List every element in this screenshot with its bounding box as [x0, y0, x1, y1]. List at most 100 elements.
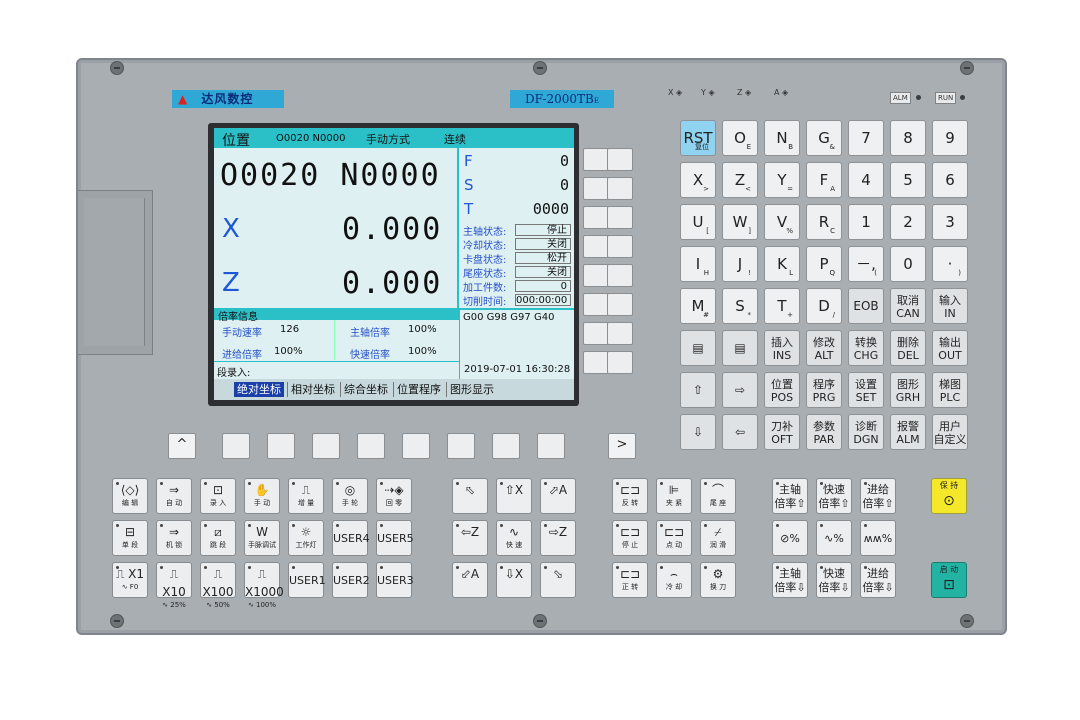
key-1-6[interactable]: 6 — [932, 162, 968, 198]
bottom-softkey[interactable] — [312, 433, 340, 459]
key-0-1[interactable]: OE — [722, 120, 758, 156]
bottom-softkey[interactable] — [267, 433, 295, 459]
right-softkey[interactable] — [583, 293, 609, 316]
right-softkey[interactable] — [583, 351, 609, 374]
mode-keys-2-2[interactable]: ⎍ X100 ∿ 50% — [200, 562, 236, 609]
ovr-keys-2-2[interactable]: 进给 倍率⇩ — [860, 562, 896, 598]
key-5-1[interactable]: ▤ — [722, 330, 758, 366]
mode-keys-2-0[interactable]: ⎍ X1 ∿ F0 — [112, 562, 148, 598]
key-0-0[interactable]: RST 复位 — [680, 120, 716, 156]
jog-keys-0-1[interactable]: ⇧X — [496, 478, 532, 514]
key-4-2[interactable]: T + — [764, 288, 800, 324]
key-7-0[interactable]: ⇩ — [680, 414, 716, 450]
key-4-5[interactable]: 取消 CAN — [890, 288, 926, 324]
bottom-softkey[interactable] — [492, 433, 520, 459]
key-4-3[interactable]: D / — [806, 288, 842, 324]
mode-keys-2-3[interactable]: ⎍ X1000 ∿ 100% — [244, 562, 284, 609]
jog-keys-2-2[interactable]: ⬂ — [540, 562, 576, 598]
key-2-5[interactable]: 2 — [890, 204, 926, 240]
right-softkey[interactable] — [607, 206, 633, 229]
key-7-4[interactable]: 诊断 DGN — [848, 414, 884, 450]
key-6-3[interactable]: 程序 PRG — [806, 372, 842, 408]
key-7-6[interactable]: 用户 自定义 — [932, 414, 968, 450]
key-4-4[interactable]: EOB — [848, 288, 884, 324]
feed-hold-button[interactable]: 保 持 ⊙ — [931, 478, 967, 514]
key-3-0[interactable]: IH — [680, 246, 716, 282]
bottom-softkey[interactable] — [357, 433, 385, 459]
mode-keys-2-1[interactable]: ⎍ X10 ∿ 25% — [156, 562, 192, 609]
aux-keys-0-1[interactable]: ⊫ 夹 紧 — [656, 478, 692, 514]
jog-keys-1-2[interactable]: ⇨Z — [540, 520, 576, 556]
right-softkey[interactable] — [607, 235, 633, 258]
mode-keys-1-5[interactable]: USER4 — [332, 520, 370, 556]
key-5-5[interactable]: 删除 DEL — [890, 330, 926, 366]
aux-keys-0-2[interactable]: ⌒ 尾 座 — [700, 478, 736, 514]
aux-keys-1-1[interactable]: ⊏⊐ 点 动 — [656, 520, 692, 556]
key-6-0[interactable]: ⇧ — [680, 372, 716, 408]
jog-keys-1-1[interactable]: ∿ 快 速 — [496, 520, 532, 556]
mode-keys-1-6[interactable]: USER5 — [376, 520, 414, 556]
key-4-0[interactable]: M # — [680, 288, 716, 324]
mode-keys-1-4[interactable]: ☼ 工作灯 — [288, 520, 324, 556]
right-softkey[interactable] — [607, 351, 633, 374]
mode-keys-0-4[interactable]: ⎍ 增 量 — [288, 478, 324, 514]
softkey-next-button[interactable]: > — [608, 433, 636, 459]
tab-0[interactable]: 绝对坐标 — [234, 382, 284, 397]
jog-keys-0-2[interactable]: ⬀A — [540, 478, 576, 514]
mode-keys-2-4[interactable]: USER1 — [288, 562, 326, 598]
ovr-keys-0-0[interactable]: 主轴 倍率⇧ — [772, 478, 808, 514]
ovr-keys-1-2[interactable]: ʍʍ% — [860, 520, 896, 556]
mode-keys-1-3[interactable]: W 手脉调试 — [244, 520, 280, 556]
key-1-3[interactable]: FA — [806, 162, 842, 198]
right-softkey[interactable] — [607, 177, 633, 200]
right-softkey[interactable] — [607, 264, 633, 287]
tab-2[interactable]: 综合坐标 — [340, 382, 391, 397]
right-softkey[interactable] — [607, 293, 633, 316]
aux-keys-0-0[interactable]: ⊏⊐ 反 转 — [612, 478, 648, 514]
key-6-6[interactable]: 梯图 PLC — [932, 372, 968, 408]
key-3-1[interactable]: J! — [722, 246, 758, 282]
tab-1[interactable]: 相对坐标 — [287, 382, 338, 397]
mode-keys-0-2[interactable]: ⊡ 录 入 — [200, 478, 236, 514]
mode-keys-1-1[interactable]: ⇒ 机 锁 — [156, 520, 192, 556]
key-5-4[interactable]: 转换 CHG — [848, 330, 884, 366]
key-2-1[interactable]: W] — [722, 204, 758, 240]
key-0-2[interactable]: NB — [764, 120, 800, 156]
bottom-softkey[interactable] — [402, 433, 430, 459]
mode-keys-1-0[interactable]: ⊟ 单 段 — [112, 520, 148, 556]
key-2-2[interactable]: V% — [764, 204, 800, 240]
mode-keys-1-2[interactable]: ⧄ 跳 段 — [200, 520, 236, 556]
key-3-6[interactable]: ·) — [932, 246, 968, 282]
mode-keys-0-3[interactable]: ✋ 手 动 — [244, 478, 280, 514]
bottom-softkey[interactable] — [222, 433, 250, 459]
right-softkey[interactable] — [583, 148, 609, 171]
ovr-keys-1-0[interactable]: ⊘% — [772, 520, 808, 556]
jog-keys-2-1[interactable]: ⇩X — [496, 562, 532, 598]
mode-keys-2-6[interactable]: USER3 — [376, 562, 414, 598]
key-5-2[interactable]: 插入 INS — [764, 330, 800, 366]
key-0-3[interactable]: G & — [806, 120, 842, 156]
right-softkey[interactable] — [583, 177, 609, 200]
key-0-4[interactable]: 7 — [848, 120, 884, 156]
key-0-6[interactable]: 9 — [932, 120, 968, 156]
key-4-1[interactable]: S * — [722, 288, 758, 324]
mode-keys-2-5[interactable]: USER2 — [332, 562, 370, 598]
mode-keys-0-6[interactable]: ⇢◈ 回 零 — [376, 478, 412, 514]
ovr-keys-2-0[interactable]: 主轴 倍率⇩ — [772, 562, 808, 598]
aux-keys-2-2[interactable]: ⚙ 换 刀 — [700, 562, 736, 598]
key-1-1[interactable]: Z < — [722, 162, 758, 198]
key-5-6[interactable]: 输出 OUT — [932, 330, 968, 366]
jog-keys-0-0[interactable]: ⬁ — [452, 478, 488, 514]
aux-keys-2-0[interactable]: ⊏⊐ 正 转 — [612, 562, 648, 598]
key-2-6[interactable]: 3 — [932, 204, 968, 240]
mode-keys-0-5[interactable]: ◎ 手 轮 — [332, 478, 368, 514]
right-softkey[interactable] — [583, 264, 609, 287]
jog-keys-1-0[interactable]: ⇦Z — [452, 520, 488, 556]
key-1-2[interactable]: Y = — [764, 162, 800, 198]
key-7-1[interactable]: ⇦ — [722, 414, 758, 450]
aux-keys-1-2[interactable]: ⌿ 润 滑 — [700, 520, 736, 556]
key-1-0[interactable]: X > — [680, 162, 716, 198]
ovr-keys-1-1[interactable]: ∿% — [816, 520, 852, 556]
key-2-3[interactable]: RC — [806, 204, 842, 240]
right-softkey[interactable] — [607, 322, 633, 345]
